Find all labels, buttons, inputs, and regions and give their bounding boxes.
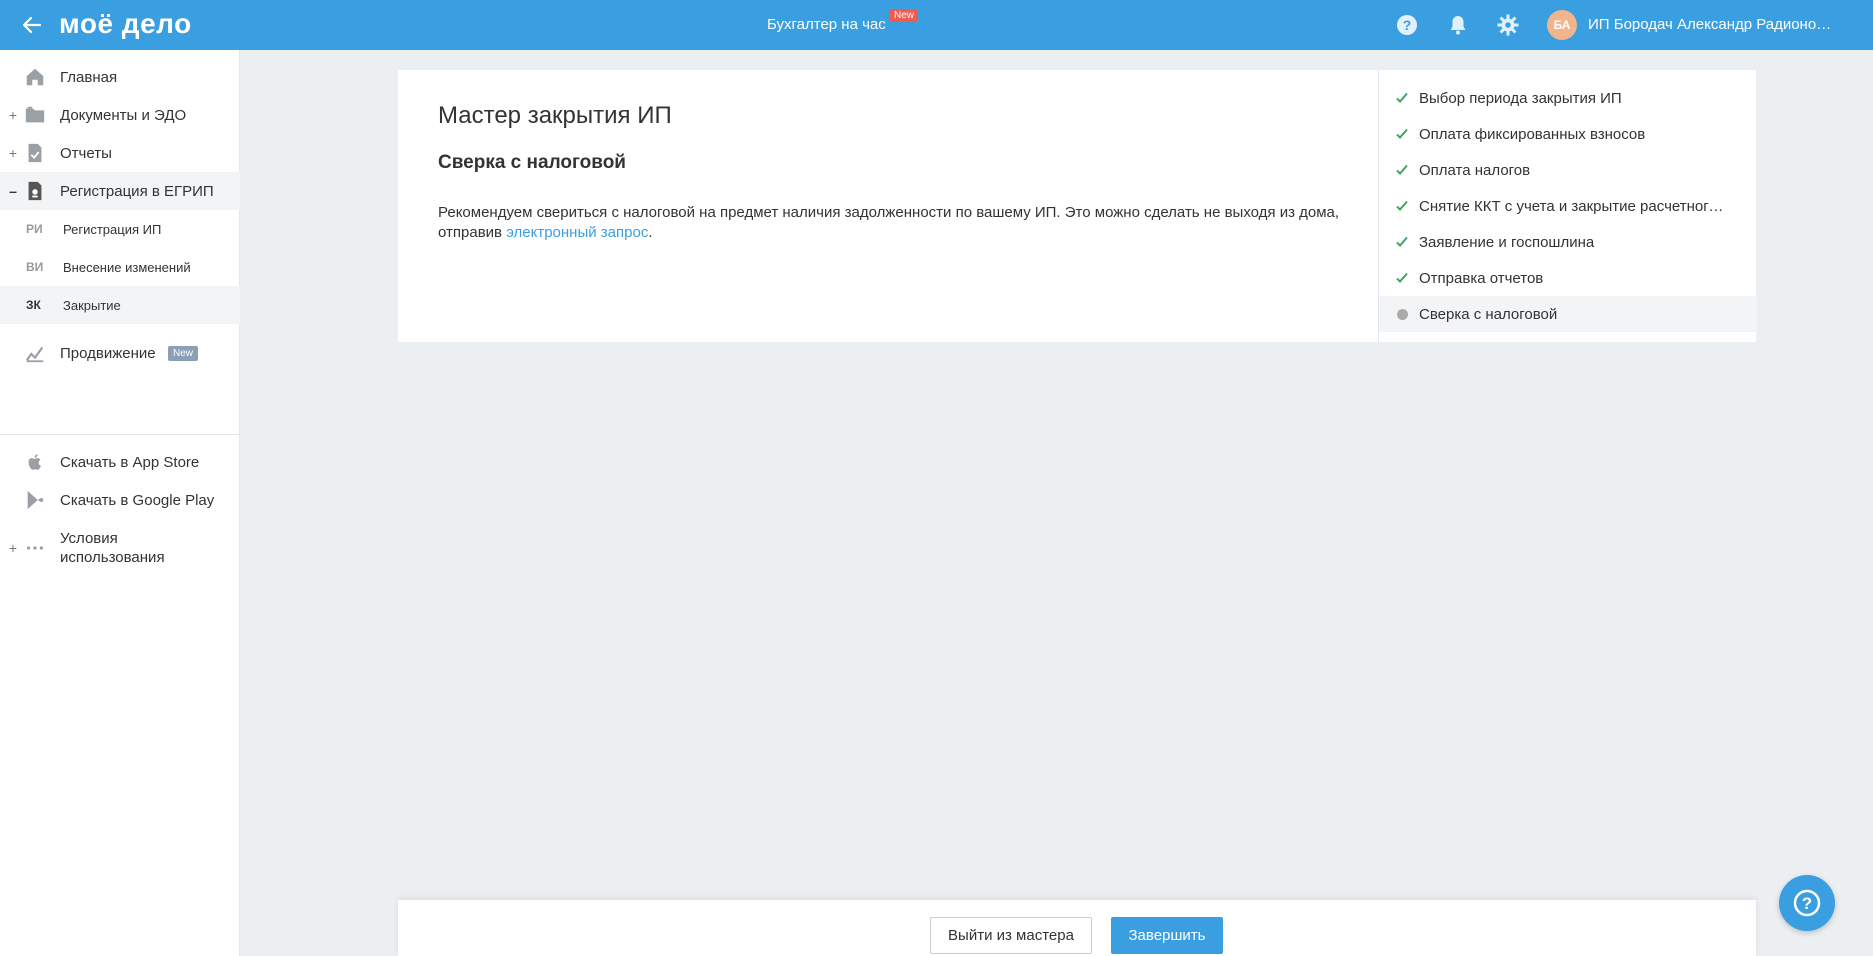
logo[interactable]: моё дело — [59, 8, 192, 40]
google-play-icon — [27, 490, 44, 510]
sidebar-item-label: Продвижение — [60, 344, 156, 362]
step-label: Сверка с налоговой — [1419, 305, 1558, 323]
sidebar: Главная + Документы и ЭДО + Отчеты – Рег… — [0, 50, 240, 956]
sidebar-subitem-changes[interactable]: ВИ Внесение изменений — [0, 248, 240, 286]
apple-icon — [28, 454, 41, 470]
subitem-label: Регистрация ИП — [63, 221, 162, 237]
sidebar-item-label: Документы и ЭДО — [60, 106, 187, 124]
new-badge: New — [168, 345, 199, 361]
check-icon — [1396, 272, 1408, 283]
top-bar: моё дело Бухгалтер на час New ? БА ИП Бо… — [0, 0, 1873, 50]
avatar[interactable]: БА — [1547, 10, 1577, 40]
exit-wizard-button[interactable]: Выйти из мастера — [930, 917, 1092, 954]
subitem-abbr: РИ — [26, 222, 43, 236]
wizard-card: Мастер закрытия ИП Сверка с налоговой Ре… — [398, 70, 1757, 342]
step-label: Отправка отчетов — [1419, 269, 1544, 287]
step-item[interactable]: Отправка отчетов — [1379, 260, 1757, 296]
sidebar-item-home[interactable]: Главная — [0, 58, 240, 96]
sidebar-item-label: Скачать в App Store — [60, 453, 200, 471]
step-item[interactable]: Выбор периода закрытия ИП — [1379, 80, 1757, 116]
subitem-abbr: ВИ — [26, 260, 44, 274]
step-label: Оплата фиксированных взносов — [1419, 125, 1646, 143]
svg-text:?: ? — [1403, 17, 1412, 33]
sidebar-item-reports[interactable]: + Отчеты — [0, 134, 240, 172]
sidebar-item-label: Регистрация в ЕГРИП — [60, 182, 214, 200]
step-label: Выбор периода закрытия ИП — [1419, 89, 1622, 107]
back-arrow-icon[interactable] — [20, 13, 44, 37]
accountant-for-hour-link[interactable]: Бухгалтер на час — [767, 16, 886, 33]
sidebar-divider — [0, 434, 240, 435]
description-end: . — [648, 224, 653, 241]
check-icon — [1396, 92, 1408, 103]
subitem-label: Закрытие — [63, 297, 121, 313]
wizard-footer: Выйти из мастера Завершить — [398, 900, 1756, 956]
wizard-content: Мастер закрытия ИП Сверка с налоговой Ре… — [398, 70, 1378, 342]
electronic-request-link[interactable]: электронный запрос — [506, 224, 648, 241]
step-item[interactable]: Оплата налогов — [1379, 152, 1757, 188]
step-description: Рекомендуем свериться с налоговой на пре… — [438, 203, 1368, 243]
step-label: Заявление и госпошлина — [1419, 233, 1595, 251]
home-icon — [26, 68, 44, 86]
page-title: Мастер закрытия ИП — [438, 102, 672, 129]
expand-icon[interactable]: + — [8, 145, 18, 161]
folder-icon — [25, 106, 45, 123]
sidebar-item-terms[interactable]: + Условия использования — [0, 519, 240, 577]
sidebar-item-documents[interactable]: + Документы и ЭДО — [0, 96, 240, 134]
question-icon: ? — [1793, 889, 1821, 917]
current-step-dot-icon — [1395, 307, 1409, 321]
registration-icon — [28, 181, 42, 201]
sidebar-item-app-store[interactable]: Скачать в App Store — [0, 443, 240, 481]
sidebar-subitem-registration[interactable]: РИ Регистрация ИП — [0, 210, 240, 248]
report-icon — [28, 143, 42, 163]
step-label: Оплата налогов — [1419, 161, 1531, 179]
check-icon — [1396, 164, 1408, 175]
step-label: Снятие ККТ с учета и закрытие расчетного… — [1419, 197, 1729, 215]
help-icon[interactable]: ? — [1395, 13, 1419, 37]
expand-icon[interactable]: + — [8, 107, 18, 123]
subitem-abbr: ЗК — [26, 298, 41, 312]
check-icon — [1396, 200, 1408, 211]
wizard-steps: Выбор периода закрытия ИП Оплата фиксиро… — [1378, 70, 1757, 342]
check-icon — [1396, 236, 1408, 247]
svg-text:?: ? — [1802, 894, 1812, 913]
new-badge: New — [890, 9, 919, 22]
check-icon — [1396, 128, 1408, 139]
collapse-icon[interactable]: – — [8, 183, 18, 199]
help-chat-button[interactable]: ? — [1779, 875, 1835, 931]
step-item[interactable]: Снятие ККТ с учета и закрытие расчетного… — [1379, 188, 1757, 224]
chart-icon — [25, 346, 44, 363]
sidebar-item-label: Отчеты — [60, 144, 112, 162]
sidebar-item-label: Скачать в Google Play — [60, 491, 215, 509]
sidebar-item-promotion[interactable]: Продвижение New — [0, 334, 240, 372]
more-icon — [26, 546, 44, 550]
expand-icon[interactable]: + — [8, 540, 18, 556]
subitem-label: Внесение изменений — [63, 259, 191, 275]
user-name[interactable]: ИП Бородач Александр Радионович — [1588, 16, 1838, 33]
sidebar-subitem-closing[interactable]: ЗК Закрытие — [0, 286, 240, 324]
bell-icon[interactable] — [1446, 13, 1470, 37]
step-item[interactable]: Заявление и госпошлина — [1379, 224, 1757, 260]
sidebar-item-label: Условия использования — [60, 530, 165, 566]
step-item[interactable]: Оплата фиксированных взносов — [1379, 116, 1757, 152]
sidebar-item-google-play[interactable]: Скачать в Google Play — [0, 481, 240, 519]
sidebar-item-label: Главная — [60, 68, 118, 86]
gear-icon[interactable] — [1496, 13, 1520, 37]
step-title: Сверка с налоговой — [438, 152, 626, 173]
sidebar-item-egrip[interactable]: – Регистрация в ЕГРИП — [0, 172, 240, 210]
step-item-current[interactable]: Сверка с налоговой — [1379, 296, 1757, 332]
finish-button[interactable]: Завершить — [1111, 917, 1223, 954]
